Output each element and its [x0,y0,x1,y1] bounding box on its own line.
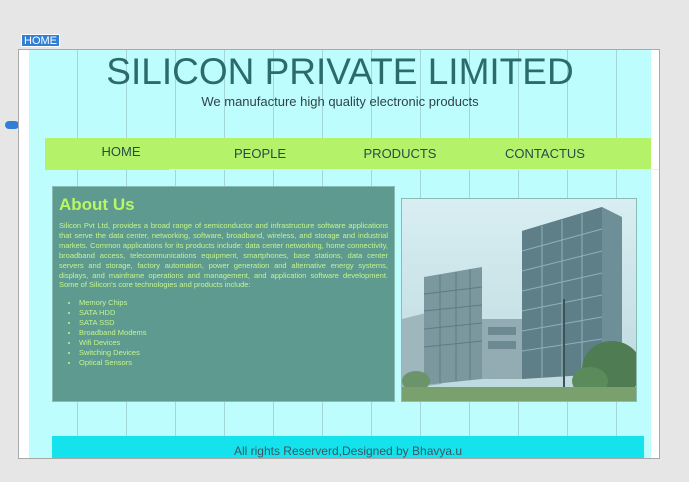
page-frame: SILICON PRIVATE LIMITED We manufacture h… [18,49,660,459]
office-building-image [401,198,637,402]
product-item: Optical Sensors [79,358,388,368]
product-item: SATA HDD [79,308,388,318]
page-content: SILICON PRIVATE LIMITED We manufacture h… [29,50,659,458]
site-title: SILICON PRIVATE LIMITED [106,51,574,92]
nav-item-contactus[interactable]: CONTACTUS [500,138,590,170]
product-item: Memory Chips [79,298,388,308]
site-footer: All rights Reserverd,Designed by Bhavya.… [52,436,644,458]
drag-handle[interactable] [5,121,19,129]
nav-bar: HOME PEOPLE PRODUCTS CONTACTUS [45,136,659,170]
nav-divider [169,169,659,170]
product-item: Broadband Modems [79,328,388,338]
site-subtitle: We manufacture high quality electronic p… [201,94,479,109]
about-text: Silicon Pvt Ltd, provides a broad range … [59,221,388,290]
product-item: Switching Devices [79,348,388,358]
about-section: About Us Silicon Pvt Ltd, provides a bro… [52,186,395,402]
product-item: Wifi Devices [79,338,388,348]
product-list: Memory Chips SATA HDD SATA SSD Broadband… [59,298,388,368]
product-item: SATA SSD [79,318,388,328]
selected-element-tag: HOME [21,34,60,47]
nav-item-people[interactable]: PEOPLE [225,138,295,170]
about-heading: About Us [59,195,135,214]
nav-item-products[interactable]: PRODUCTS [360,138,440,170]
nav-item-home[interactable]: HOME [91,136,151,168]
